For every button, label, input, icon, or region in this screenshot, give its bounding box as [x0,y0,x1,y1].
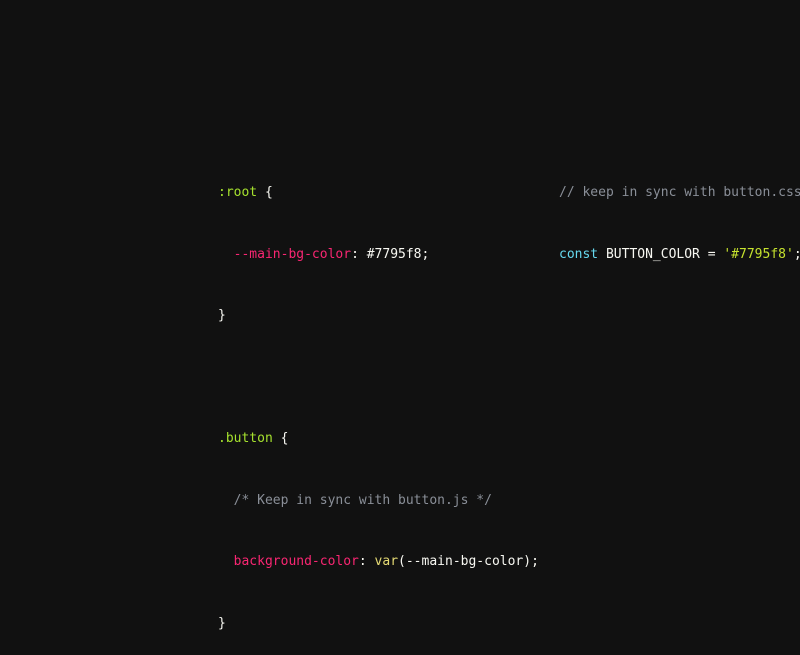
css-line-blank [218,368,539,389]
open-brace: { [257,185,273,200]
var-function: var [374,554,399,569]
open-brace: { [272,431,289,446]
const-keyword: const [559,246,599,262]
js-comment: // keep in sync with button.css [559,185,800,200]
css-code-block: :root { --main-bg-color: #7795f8; } .but… [218,142,539,655]
js-code-block: // keep in sync with button.css const BU… [559,142,800,286]
css-line-button: .button { [218,429,539,450]
color-string: '#7795f8' [723,246,794,262]
css-line-root: :root { [218,183,539,204]
background-color-property: background-color [233,554,359,569]
var-arguments: (--main-bg-color); [398,554,539,569]
js-line-comment: // keep in sync with button.css [559,183,800,204]
colon: : [358,554,375,569]
semicolon: ; [794,247,800,262]
button-selector: .button [218,431,273,446]
constant-name: BUTTON_COLOR = [598,246,724,262]
css-line-close-button: } [218,614,539,635]
css-variable-value: #7795f8; [366,246,430,262]
colon: : [351,246,367,262]
root-selector: :root [218,185,258,200]
css-line-close-root: } [218,306,539,327]
close-brace: } [218,308,226,323]
css-line-background: background-color: var(--main-bg-color); [218,552,539,573]
css-variable-name: --main-bg-color [233,246,352,262]
close-brace: } [218,615,226,631]
css-line-comment: /* Keep in sync with button.js */ [218,491,539,512]
js-line-const: const BUTTON_COLOR = '#7795f8'; [559,245,800,266]
css-comment: /* Keep in sync with button.js */ [233,492,492,508]
css-line-variable: --main-bg-color: #7795f8; [218,245,539,266]
